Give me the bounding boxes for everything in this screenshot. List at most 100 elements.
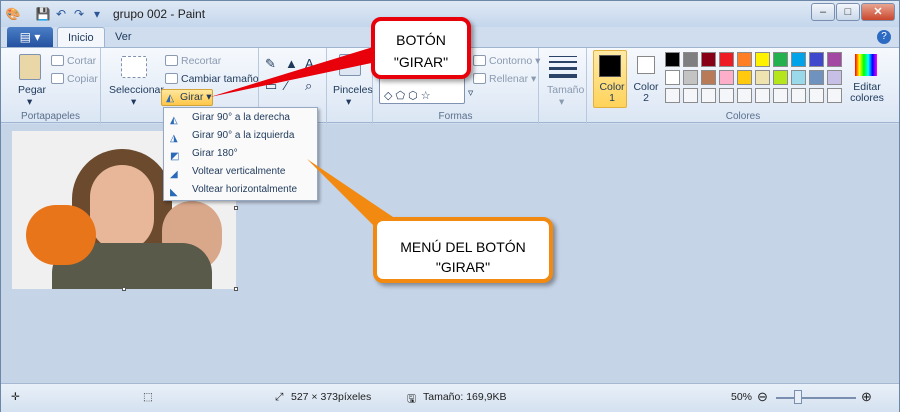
color-swatch[interactable]	[719, 88, 734, 103]
color-swatch[interactable]	[665, 88, 680, 103]
rotate-menu-item-label: Girar 90° a la derecha	[192, 112, 290, 123]
resize-handle-corner[interactable]	[234, 287, 238, 291]
color-swatch[interactable]	[791, 52, 806, 67]
paste-icon[interactable]	[19, 54, 41, 80]
color-swatch[interactable]	[755, 52, 770, 67]
help-icon[interactable]: ?	[877, 30, 891, 44]
copy-button[interactable]: Copiar	[51, 73, 98, 85]
rotate-option-icon: ◮	[170, 133, 178, 144]
diamond-shape-icon[interactable]: ◇ ⬠ ⬡ ☆	[384, 89, 431, 102]
paint-app-icon[interactable]: 🎨	[5, 6, 21, 22]
brushes-dropdown-icon[interactable]: ▾	[346, 96, 351, 108]
resize-handle-right[interactable]	[234, 206, 238, 210]
color-swatch[interactable]	[809, 70, 824, 85]
color-swatch[interactable]	[755, 88, 770, 103]
image-dimensions-icon: ⤢	[275, 391, 284, 403]
color2-swatch[interactable]	[637, 56, 655, 74]
outline-icon	[473, 55, 486, 66]
maximize-button[interactable]: □	[836, 3, 860, 21]
color-swatch[interactable]	[791, 88, 806, 103]
customize-quick-access-icon[interactable]: ▾	[89, 6, 105, 22]
crop-icon	[165, 55, 178, 66]
color-swatch[interactable]	[827, 52, 842, 67]
color-swatch[interactable]	[755, 70, 770, 85]
zoom-slider[interactable]	[776, 397, 856, 399]
color-swatch[interactable]	[683, 70, 698, 85]
line-size-icon[interactable]	[549, 56, 577, 78]
select-button[interactable]: Seleccionar	[109, 84, 164, 96]
resize-handle-bottom[interactable]	[122, 287, 126, 291]
rotate-menu-item-label: Voltear verticalmente	[192, 166, 286, 177]
color-swatch[interactable]	[683, 88, 698, 103]
color-swatch[interactable]	[701, 70, 716, 85]
paste-dropdown-icon[interactable]: ▾	[27, 96, 32, 108]
close-button[interactable]: ✕	[861, 3, 895, 21]
size-group: Tamaño ▾	[539, 48, 587, 124]
color-swatch[interactable]	[683, 52, 698, 67]
color-swatch[interactable]	[737, 88, 752, 103]
rotate-button[interactable]: ◭ Girar ▾	[161, 89, 213, 106]
color-swatch[interactable]	[809, 52, 824, 67]
zoom-slider-thumb[interactable]	[794, 390, 802, 404]
color-swatch[interactable]	[737, 70, 752, 85]
color-swatch[interactable]	[809, 88, 824, 103]
pencil-icon[interactable]: ✎	[265, 56, 276, 72]
color-swatch[interactable]	[719, 52, 734, 67]
crop-button[interactable]: Recortar	[165, 55, 221, 67]
color-swatch[interactable]	[791, 70, 806, 85]
paste-button[interactable]: Pegar	[18, 84, 46, 96]
select-icon[interactable]	[121, 56, 147, 78]
shapes-gallery-more-icon[interactable]: ▿	[468, 87, 473, 99]
undo-icon[interactable]: ↶	[53, 6, 69, 22]
size-button[interactable]: Tamaño	[547, 84, 584, 96]
zoom-in-icon[interactable]: ⊕	[861, 389, 872, 405]
save-icon[interactable]: 💾	[35, 6, 51, 22]
color-swatch[interactable]	[701, 88, 716, 103]
color-swatch[interactable]	[737, 52, 752, 67]
pumpkin-image	[26, 205, 96, 265]
redo-icon[interactable]: ↷	[71, 6, 87, 22]
tab-view[interactable]: Ver	[105, 27, 142, 47]
color-swatch[interactable]	[665, 70, 680, 85]
color-swatch[interactable]	[773, 52, 788, 67]
fill-icon[interactable]: ▲	[285, 56, 298, 71]
rotate-menu-item[interactable]: ◣ Voltear horizontalmente	[164, 181, 317, 199]
minimize-button[interactable]: –	[811, 3, 835, 21]
rotate-menu-item[interactable]: ◩ Girar 180°	[164, 145, 317, 163]
tab-home[interactable]: Inicio	[57, 27, 105, 47]
rotate-option-icon: ◩	[170, 151, 180, 162]
edit-colors-button[interactable]: Editar colores	[847, 82, 887, 104]
color2-label[interactable]: Color 2	[633, 82, 659, 104]
brush-icon[interactable]	[339, 54, 361, 76]
resize-button[interactable]: Cambiar tamaño	[165, 73, 259, 85]
brushes-button[interactable]: Pinceles	[333, 84, 373, 96]
rotate-menu-item[interactable]: ◭ Girar 90° a la derecha	[164, 109, 317, 127]
rotate-menu-item[interactable]: ◢ Voltear verticalmente	[164, 163, 317, 181]
color-swatch[interactable]	[665, 52, 680, 67]
file-size-icon: 🖫	[407, 393, 416, 405]
rotate-option-icon: ◣	[170, 187, 178, 198]
color-swatch[interactable]	[773, 88, 788, 103]
magnifier-icon[interactable]: ⌕	[305, 78, 312, 94]
select-dropdown-icon[interactable]: ▾	[131, 96, 136, 108]
menu-callout: MENÚ DEL BOTÓN "GIRAR"	[373, 217, 553, 283]
edit-colors-icon[interactable]	[855, 54, 877, 76]
clipboard-group-label: Portapapeles	[21, 111, 80, 122]
size-dropdown-icon[interactable]: ▾	[559, 96, 564, 108]
outline-button[interactable]: Contorno ▾	[473, 55, 540, 67]
rotate-menu-item[interactable]: ◮ Girar 90° a la izquierda	[164, 127, 317, 145]
image-dimensions: 527 × 373píxeles	[291, 391, 372, 403]
color-swatch[interactable]	[773, 70, 788, 85]
zoom-out-icon[interactable]: ⊖	[757, 389, 768, 405]
color-swatch[interactable]	[827, 70, 842, 85]
text-icon[interactable]: A	[305, 56, 314, 71]
color-picker-icon[interactable]: ⁄	[285, 78, 287, 93]
eraser-icon[interactable]: ▭	[265, 78, 277, 94]
fill-button[interactable]: Rellenar ▾	[473, 73, 536, 85]
file-size: Tamaño: 169,9KB	[423, 391, 507, 403]
file-menu-button[interactable]: ▤ ▾	[7, 27, 53, 47]
color-swatch[interactable]	[701, 52, 716, 67]
cut-button[interactable]: Cortar	[51, 55, 96, 67]
color-swatch[interactable]	[827, 88, 842, 103]
color-swatch[interactable]	[719, 70, 734, 85]
